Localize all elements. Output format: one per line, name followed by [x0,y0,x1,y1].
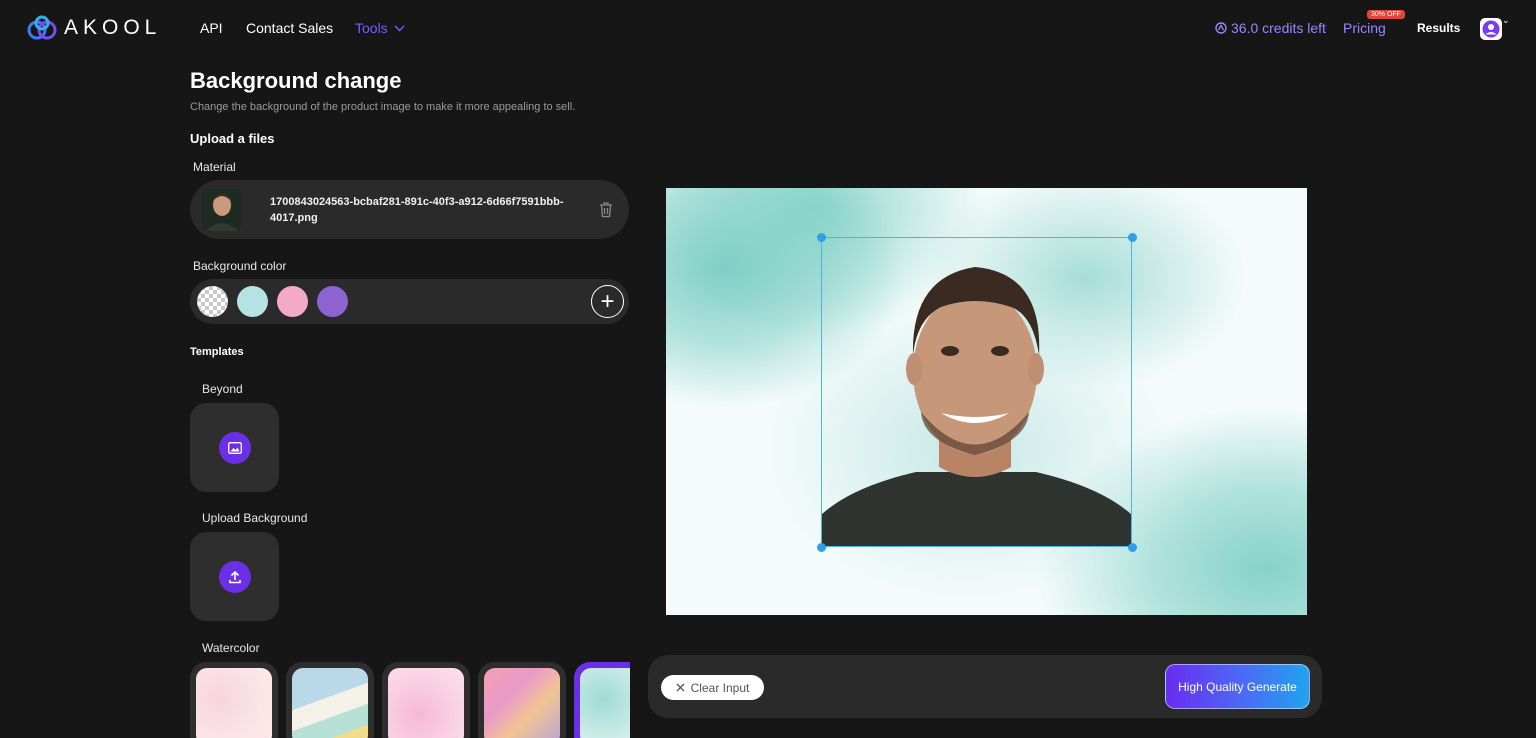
beyond-label: Beyond [202,382,243,396]
plus-icon: + [600,287,615,315]
swatch-mint[interactable] [237,286,268,317]
material-thumbnail [202,189,242,231]
discount-badge: 30% OFF [1367,10,1405,19]
beyond-template-button [218,431,251,464]
background-color-picker: + [190,279,629,324]
upload-icon [228,570,241,583]
upload-background-button [218,560,251,593]
resize-handle-bottom-right[interactable] [1128,543,1137,552]
watercolor-thumb-2 [292,668,368,738]
credits-indicator[interactable]: 36.0 credits left [1215,20,1326,36]
credits-icon [1215,22,1227,34]
nav-link-pricing[interactable]: Pricing [1343,20,1386,36]
akool-logo-icon [27,15,57,40]
resize-handle-top-left[interactable] [817,233,826,242]
watercolor-template-1[interactable] [190,662,278,738]
resize-handle-bottom-left[interactable] [817,543,826,552]
nav-link-results[interactable]: Results [1417,21,1460,35]
chevron-down-icon [394,25,405,31]
clear-input-button[interactable]: Clear Input [661,675,764,700]
resize-handle-top-right[interactable] [1128,233,1137,242]
add-color-button[interactable]: + [591,285,624,318]
generate-label: High Quality Generate [1178,679,1297,694]
watercolor-thumb-5 [580,668,630,738]
akool-logo[interactable]: AKOOL [26,15,161,41]
upload-background-label: Upload Background [202,511,308,525]
nav-link-contact-sales[interactable]: Contact Sales [246,20,333,36]
logo-wordmark: AKOOL [64,16,162,39]
nav-link-tools-label: Tools [355,20,388,36]
material-label: Material [193,160,236,174]
watercolor-template-5[interactable] [574,662,630,738]
page-title: Background change [190,68,402,93]
watercolor-thumb-4 [484,668,560,738]
watercolor-thumb-3 [388,668,464,738]
watercolor-template-2[interactable] [286,662,374,738]
nav-link-api[interactable]: API [200,20,223,36]
upload-heading: Upload a files [190,131,275,146]
user-icon [1482,20,1500,38]
swatch-transparent[interactable] [197,286,228,317]
trash-icon[interactable] [598,201,614,218]
action-bar: Clear Input High Quality Generate [648,655,1322,718]
top-nav: AKOOL API Contact Sales Tools 36.0 credi… [0,0,1536,56]
templates-heading: Templates [190,346,244,358]
page-subtitle: Change the background of the product ima… [190,101,576,113]
clear-input-label: Clear Input [690,680,750,695]
watercolor-template-4[interactable] [478,662,566,738]
user-avatar[interactable] [1480,18,1502,40]
avatar-caret-icon[interactable]: ⌄ [1502,15,1510,26]
beyond-template-tile[interactable] [190,403,279,492]
upload-background-tile[interactable] [190,532,279,621]
swatch-purple[interactable] [317,286,348,317]
swatch-pink[interactable] [277,286,308,317]
preview-canvas[interactable] [666,188,1307,615]
high-quality-generate-button[interactable]: High Quality Generate [1165,664,1310,709]
watercolor-thumb-1 [196,668,272,738]
watercolor-template-3[interactable] [382,662,470,738]
close-icon [676,683,685,692]
watercolor-label: Watercolor [202,641,260,655]
credits-text: 36.0 credits left [1231,20,1326,36]
image-icon [227,441,242,454]
material-filename: 1700843024563-bcbaf281-891c-40f3-a912-6d… [270,196,564,224]
selection-box[interactable] [821,237,1132,547]
background-color-label: Background color [193,259,287,273]
nav-link-tools[interactable]: Tools [355,20,405,36]
watercolor-templates [190,662,630,738]
material-card: 1700843024563-bcbaf281-891c-40f3-a912-6d… [190,180,629,239]
